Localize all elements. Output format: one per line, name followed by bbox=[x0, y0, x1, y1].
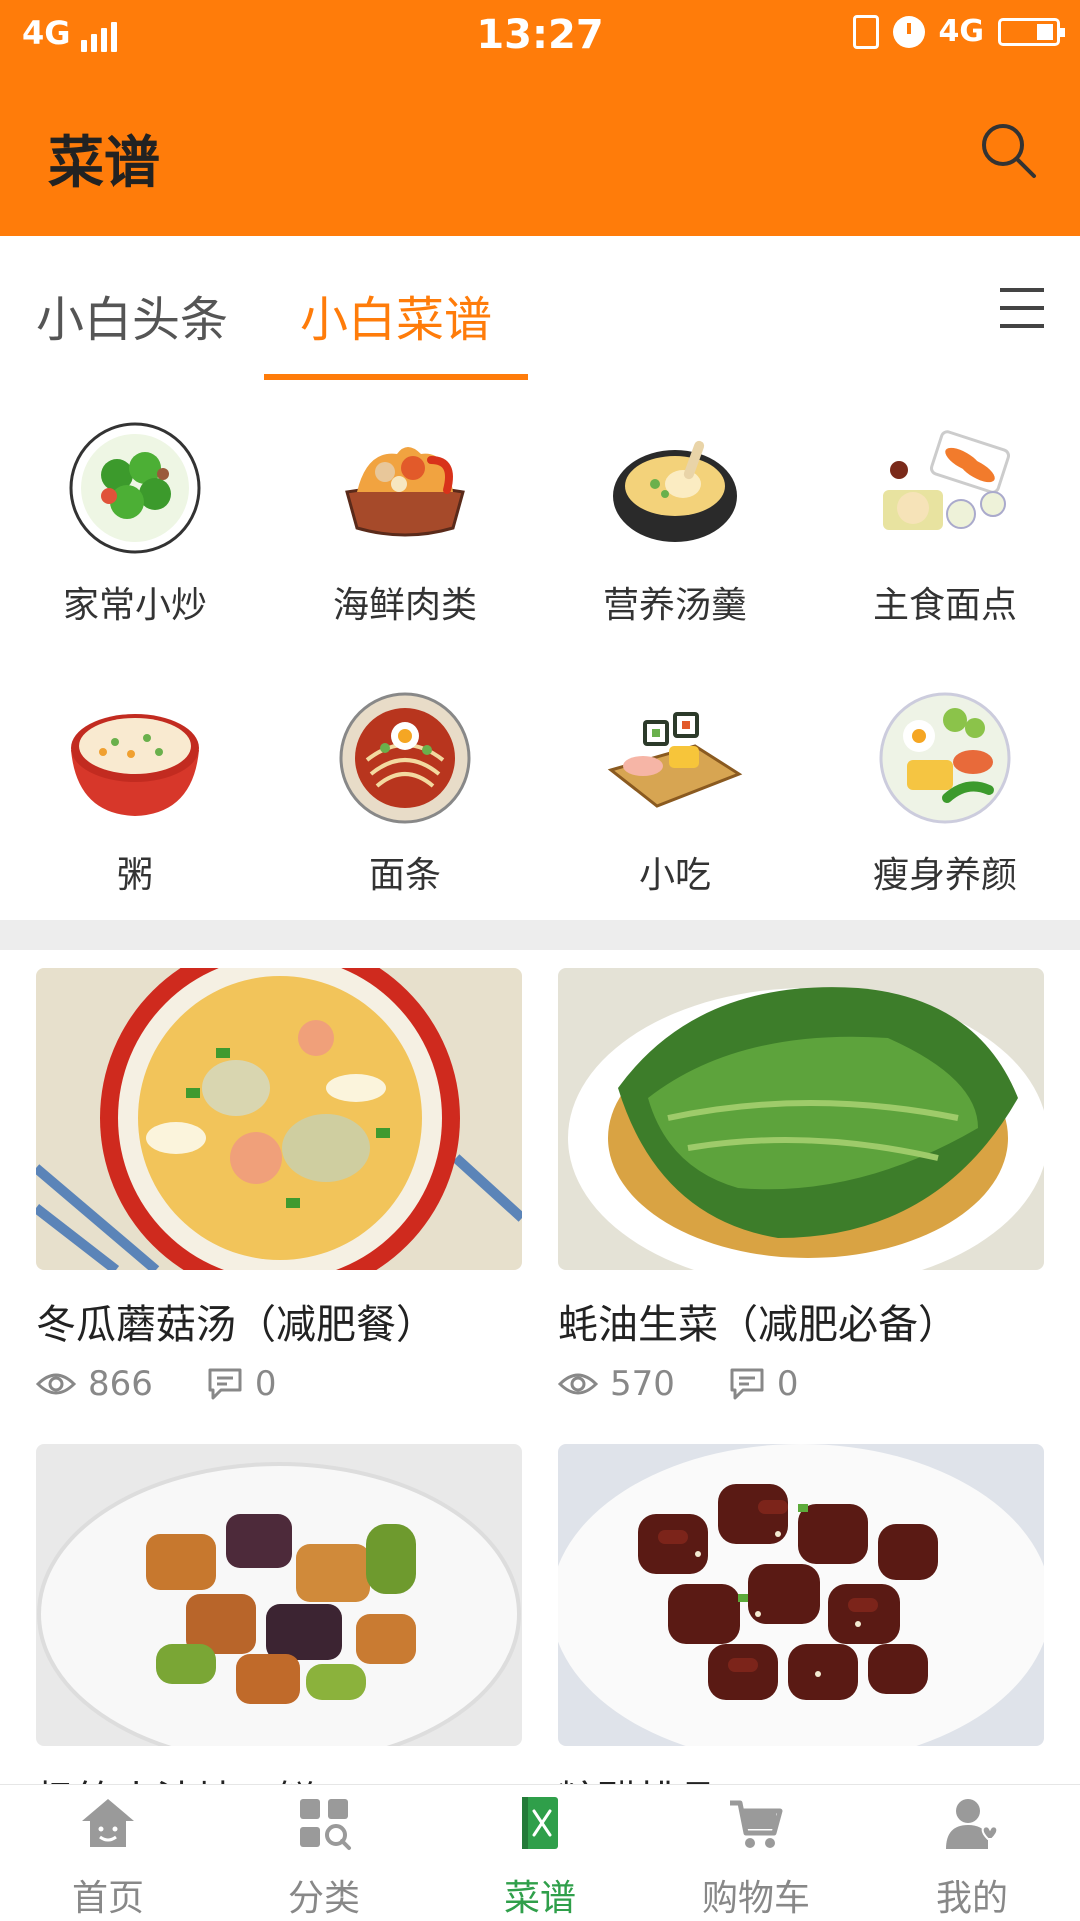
category-jiachang[interactable]: 家常小炒 bbox=[0, 380, 270, 650]
page-title: 菜谱 bbox=[48, 131, 160, 196]
porridge-bowl-icon bbox=[71, 714, 199, 816]
recipe-image bbox=[558, 968, 1044, 1270]
noodle-bowl-icon bbox=[339, 692, 471, 824]
vibrate-icon bbox=[852, 14, 879, 49]
nav-category[interactable]: 分类 bbox=[216, 1785, 432, 1921]
seafood-pot-icon bbox=[345, 447, 465, 537]
nav-home[interactable]: 首页 bbox=[0, 1785, 216, 1921]
category-label: 小吃 bbox=[638, 855, 711, 896]
nav-label: 我的 bbox=[935, 1878, 1008, 1919]
nav-label: 购物车 bbox=[701, 1878, 810, 1919]
nav-label: 菜谱 bbox=[503, 1878, 576, 1919]
nav-label: 分类 bbox=[287, 1878, 360, 1919]
eye-icon bbox=[558, 1373, 598, 1395]
stir-fry-dish-icon bbox=[69, 422, 201, 554]
comment-count: 0 bbox=[776, 1364, 799, 1404]
soup-pot-icon bbox=[613, 440, 737, 542]
category-zhushi[interactable]: 主食面点 bbox=[810, 380, 1080, 650]
view-count: 570 bbox=[610, 1364, 675, 1404]
category-zhou[interactable]: 粥 bbox=[0, 650, 270, 920]
tab-xiaobai-caipu[interactable]: 小白菜谱 bbox=[300, 280, 492, 350]
nav-label: 首页 bbox=[71, 1878, 144, 1919]
recipe-title: 冬瓜蘑菇汤（减肥餐） bbox=[36, 1302, 436, 1348]
category-icon bbox=[300, 1799, 351, 1850]
network-type-right: 4G bbox=[938, 14, 985, 49]
category-tanggeng[interactable]: 营养汤羹 bbox=[540, 380, 810, 650]
comment-icon bbox=[208, 1368, 242, 1400]
category-label: 瘦身养颜 bbox=[872, 855, 1017, 896]
tab-xiaobai-toutiao[interactable]: 小白头条 bbox=[36, 280, 228, 350]
category-grid: 家常小炒 海鲜肉类 营养汤羹 主食面点 粥 面条 小吃 瘦身养颜 bbox=[0, 380, 1080, 920]
cart-icon bbox=[730, 1800, 783, 1848]
recipe-stats: 570 0 bbox=[558, 1364, 853, 1404]
category-xiaochi[interactable]: 小吃 bbox=[540, 650, 810, 920]
search-button[interactable] bbox=[976, 118, 1040, 182]
recipe-title: 蚝油生菜（减肥必备） bbox=[558, 1302, 958, 1348]
tab-bar: 小白头条 小白菜谱 bbox=[0, 236, 1080, 380]
recipe-image bbox=[558, 1444, 1044, 1746]
healthy-plate-icon bbox=[879, 692, 1011, 824]
app-header: 4G 13:27 4G 菜谱 bbox=[0, 0, 1080, 236]
pastry-plate-icon bbox=[883, 430, 1011, 530]
category-label: 面条 bbox=[368, 855, 441, 896]
section-divider bbox=[0, 920, 1080, 950]
bottom-navigation: 首页 分类 菜谱 购物车 我的 bbox=[0, 1784, 1080, 1921]
menu-icon bbox=[1000, 288, 1044, 292]
home-icon bbox=[82, 1799, 134, 1847]
category-label: 主食面点 bbox=[872, 585, 1017, 626]
comment-count: 0 bbox=[254, 1364, 277, 1404]
menu-button[interactable] bbox=[1000, 288, 1044, 330]
alarm-icon bbox=[892, 15, 925, 48]
status-bar: 4G 13:27 4G bbox=[0, 0, 1080, 70]
category-shoushen[interactable]: 瘦身养颜 bbox=[810, 650, 1080, 920]
category-haixian[interactable]: 海鲜肉类 bbox=[270, 380, 540, 650]
recipe-book-icon bbox=[522, 1797, 558, 1849]
battery-icon bbox=[998, 17, 1065, 46]
sushi-board-icon bbox=[607, 712, 743, 808]
comment-icon bbox=[730, 1368, 764, 1400]
nav-profile[interactable]: 我的 bbox=[864, 1785, 1080, 1921]
view-count: 866 bbox=[88, 1364, 153, 1404]
recipe-image bbox=[36, 1444, 522, 1746]
category-label: 粥 bbox=[116, 855, 153, 896]
nav-recipes[interactable]: 菜谱 bbox=[432, 1785, 648, 1921]
recipe-stats: 866 0 bbox=[36, 1364, 331, 1404]
category-miantiao[interactable]: 面条 bbox=[270, 650, 540, 920]
profile-icon bbox=[946, 1799, 999, 1849]
eye-icon bbox=[36, 1373, 76, 1395]
category-label: 海鲜肉类 bbox=[332, 585, 477, 626]
recipe-image bbox=[36, 968, 522, 1270]
nav-cart[interactable]: 购物车 bbox=[648, 1785, 864, 1921]
category-label: 家常小炒 bbox=[62, 585, 207, 626]
search-icon bbox=[982, 124, 1036, 178]
category-label: 营养汤羹 bbox=[602, 585, 747, 626]
